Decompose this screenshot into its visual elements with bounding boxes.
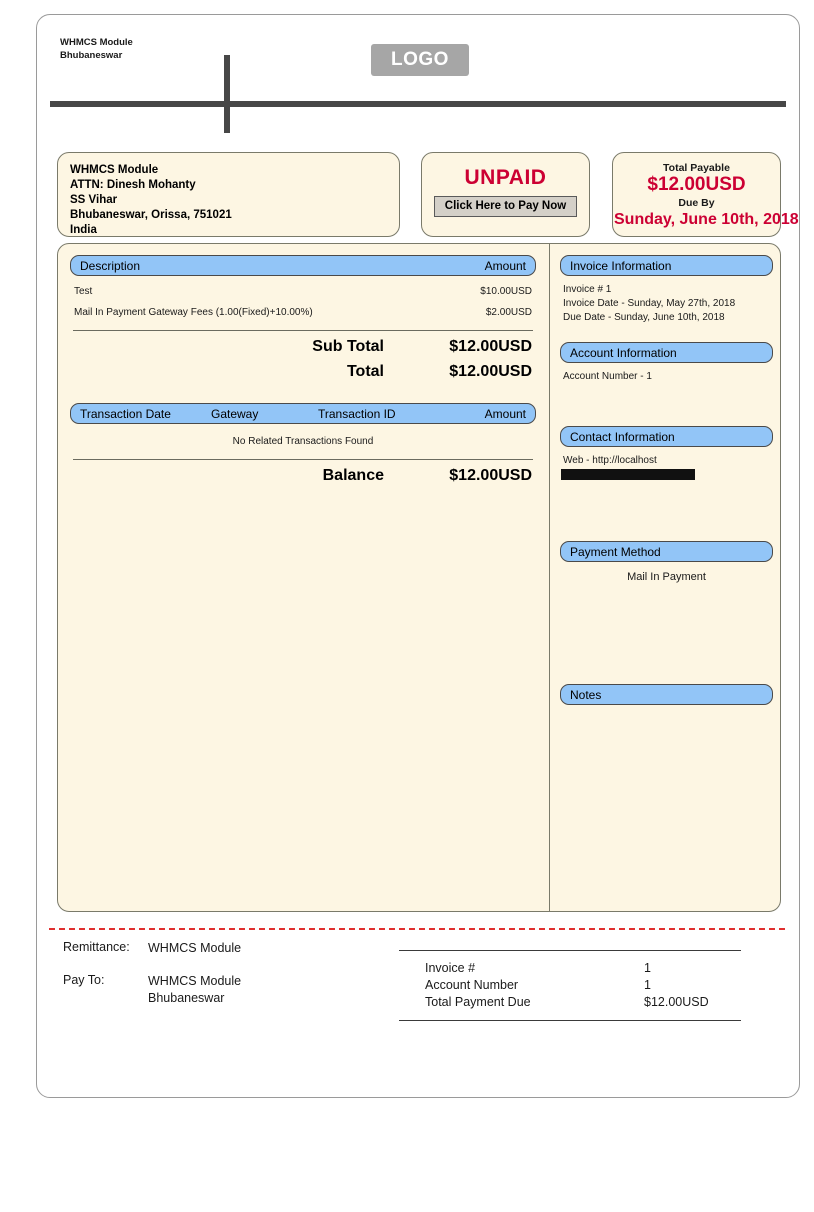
redacted-contact-line — [561, 469, 695, 480]
due-date-value: Sunday, June 10th, 2018 — [614, 211, 799, 228]
sidebar-header-invoice-information: Invoice Information — [560, 255, 773, 276]
summary-label: Invoice # — [425, 961, 476, 975]
table-row: Mail In Payment Gateway Fees (1.00(Fixed… — [70, 297, 536, 318]
total-row: Total $12.00USD — [70, 363, 536, 381]
summary-label: Total Payment Due — [425, 995, 531, 1009]
account-information-body: Account Number - 1 — [563, 371, 652, 382]
invoice-information-body: Invoice # 1 Invoice Date - Sunday, May 2… — [563, 284, 736, 323]
transactions-table-header: Transaction Date Gateway Transaction ID … — [70, 403, 536, 424]
pay-to-label: Pay To: — [63, 973, 105, 987]
logo-text: LOGO — [391, 49, 449, 70]
balance-divider — [73, 459, 533, 460]
item-description: Test — [74, 286, 93, 297]
items-header-description: Description — [80, 258, 141, 273]
items-table-header: Description Amount — [70, 255, 536, 276]
invoice-body-panel: Description Amount Test $10.00USD Mail I… — [57, 243, 781, 912]
contact-information-body: Web - http://localhost — [563, 455, 657, 466]
sidebar-title: Invoice Information — [570, 258, 672, 273]
sidebar-title: Notes — [570, 687, 602, 702]
summary-value: 1 — [644, 978, 651, 992]
payment-method-value: Mail In Payment — [627, 571, 706, 583]
due-by-label: Due By — [678, 197, 715, 209]
remittance-block: Remittance: WHMCS Module Pay To: WHMCS M… — [63, 940, 393, 1023]
balance-row: Balance $12.00USD — [70, 467, 536, 485]
status-badge: UNPAID — [464, 166, 547, 189]
sidebar-header-contact-information: Contact Information — [560, 426, 773, 447]
transactions-header-id: Transaction ID — [318, 406, 396, 421]
letterhead-vertical-rule — [224, 55, 230, 133]
total-label: Total — [346, 363, 384, 380]
sidebar-header-payment-method: Payment Method — [560, 541, 773, 562]
address-line-attn: ATTN: Dinesh Mohanty — [70, 179, 196, 191]
client-address-card: WHMCS Module ATTN: Dinesh Mohanty SS Vih… — [57, 152, 400, 237]
letterhead-horizontal-rule — [50, 101, 786, 107]
table-row: Account Number 1 — [399, 977, 741, 994]
item-amount: $2.00USD — [485, 307, 532, 318]
total-payable-card: Total Payable $12.00USD Due By Sunday, J… — [612, 152, 799, 237]
remittance-label: Remittance: — [63, 940, 130, 954]
table-row: Invoice # 1 — [399, 960, 741, 977]
subtotal-value: $12.00USD — [449, 338, 532, 355]
transactions-header-amount: Amount — [484, 406, 526, 421]
item-description: Mail In Payment Gateway Fees (1.00(Fixed… — [74, 307, 313, 318]
address-line-street: SS Vihar — [70, 194, 118, 206]
notes-body — [560, 705, 773, 712]
summary-value: $12.00USD — [644, 995, 709, 1009]
sidebar-title: Contact Information — [570, 429, 675, 444]
invoice-status-card: UNPAID Click Here to Pay Now — [421, 152, 590, 237]
pay-to-value: WHMCS Module Bhubaneswar — [148, 974, 242, 1005]
letterhead-company-name: WHMCS Module Bhubaneswar — [60, 37, 133, 61]
total-value: $12.00USD — [449, 363, 532, 380]
sidebar-header-notes: Notes — [560, 684, 773, 705]
transactions-header-date: Transaction Date — [80, 406, 171, 421]
sidebar-title: Payment Method — [570, 544, 661, 559]
total-payable-label: Total Payable — [663, 162, 730, 174]
subtotal-label: Sub Total — [312, 338, 384, 355]
totals-divider — [73, 330, 533, 331]
remittance-value: WHMCS Module — [148, 941, 242, 955]
invoice-items-column: Description Amount Test $10.00USD Mail I… — [58, 244, 549, 911]
remittance-tear-line — [49, 928, 785, 930]
sidebar-header-account-information: Account Information — [560, 342, 773, 363]
balance-value: $12.00USD — [449, 467, 532, 484]
sidebar-title: Account Information — [570, 345, 677, 360]
invoice-sidebar-column: Invoice Information Invoice # 1 Invoice … — [550, 244, 782, 911]
remittance-row: Remittance: WHMCS Module — [63, 940, 393, 957]
balance-label: Balance — [322, 467, 384, 484]
address-line-company: WHMCS Module — [70, 164, 159, 176]
pay-now-button[interactable]: Click Here to Pay Now — [433, 196, 578, 217]
subtotal-row: Sub Total $12.00USD — [70, 338, 536, 356]
items-header-amount: Amount — [484, 258, 526, 273]
item-amount: $10.00USD — [480, 286, 532, 297]
payment-summary-table: Invoice # 1 Account Number 1 Total Payme… — [399, 950, 741, 1021]
summary-value: 1 — [644, 961, 651, 975]
address-line-country: India — [70, 224, 97, 236]
table-row: Total Payment Due $12.00USD — [399, 994, 741, 1011]
transactions-header-gateway: Gateway — [211, 406, 259, 421]
summary-label: Account Number — [425, 978, 519, 992]
pay-to-row: Pay To: WHMCS Module Bhubaneswar — [63, 973, 393, 1007]
total-payable-amount: $12.00USD — [647, 174, 746, 195]
address-line-city: Bhubaneswar, Orissa, 751021 — [70, 209, 232, 221]
company-logo: LOGO — [371, 44, 469, 76]
no-transactions-message: No Related Transactions Found — [232, 436, 374, 447]
table-row: Test $10.00USD — [70, 276, 536, 297]
